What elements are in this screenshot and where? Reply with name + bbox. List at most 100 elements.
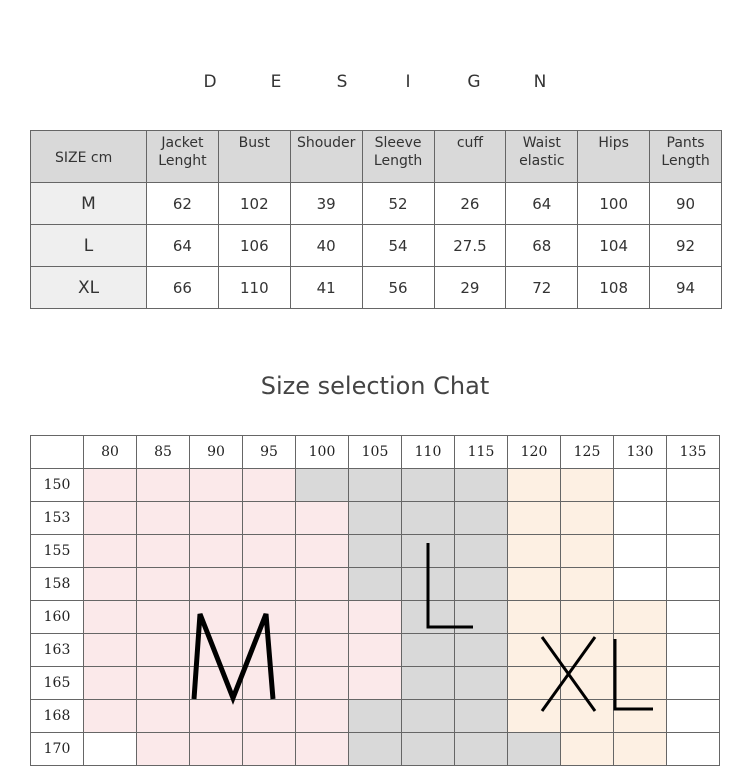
bust-column-header: 90: [189, 435, 243, 469]
grid-cell-l: [348, 534, 402, 568]
grid-cell-m: [83, 534, 137, 568]
grid-cell-m: [348, 600, 402, 634]
measurement-cell: 54: [361, 224, 435, 267]
grid-cell-l: [348, 732, 402, 766]
grid-cell-m: [295, 534, 349, 568]
grid-row: 160: [30, 600, 720, 634]
grid-cell-l: [454, 699, 508, 733]
measurement-cell: 64: [505, 182, 579, 225]
bust-column-header: 115: [454, 435, 508, 469]
column-header-line: cuff: [456, 135, 484, 151]
measurement-cell: 108: [577, 266, 651, 309]
bust-column-header: 110: [401, 435, 455, 469]
column-header: Sleeve Length: [361, 130, 435, 183]
grid-cell-xl: [613, 600, 667, 634]
grid-cell-m: [189, 699, 243, 733]
column-header-line: Waist: [522, 135, 561, 151]
grid-cell-m: [242, 534, 296, 568]
grid-cell-none: [666, 468, 720, 502]
table-row: XL 66 110 41 56 29 72 108 94: [30, 266, 722, 309]
grid-cell-l: [401, 600, 455, 634]
height-row-label: 158: [30, 567, 84, 601]
measurement-cell: 102: [217, 182, 291, 225]
column-header: Jacket Lenght: [146, 130, 219, 183]
design-letter: E: [270, 72, 282, 92]
grid-cell-m: [189, 468, 243, 502]
height-row-label: 165: [30, 666, 84, 700]
measurement-cell: 66: [146, 266, 219, 309]
size-spec-table: SIZE cm Jacket Lenght Bust Shouder Sleeve Leng…: [30, 130, 722, 309]
grid-cell-m: [189, 666, 243, 700]
grid-row: 158: [30, 567, 720, 601]
grid-row: 150: [30, 468, 720, 502]
measurement-cell: 27.5: [433, 224, 507, 267]
grid-cell-m: [83, 501, 137, 535]
grid-cell-m: [242, 501, 296, 535]
bust-column-header: 80: [83, 435, 137, 469]
bust-column-header: 120: [507, 435, 561, 469]
size-label: L: [30, 224, 147, 267]
measurement-cell: 106: [217, 224, 291, 267]
measurement-cell: 40: [289, 224, 363, 267]
grid-row: 165: [30, 666, 720, 700]
grid-cell-m: [242, 699, 296, 733]
grid-cell-l: [454, 534, 508, 568]
grid-cell-m: [136, 567, 190, 601]
grid-cell-l: [401, 567, 455, 601]
grid-cell-l: [454, 567, 508, 601]
grid-cell-xl: [560, 600, 614, 634]
grid-cell-m: [83, 468, 137, 502]
bust-column-header: 100: [295, 435, 349, 469]
grid-cell-m: [136, 732, 190, 766]
grid-cell-xl: [560, 699, 614, 733]
grid-cell-m: [242, 666, 296, 700]
grid-cell-m: [189, 501, 243, 535]
measurement-cell: 64: [146, 224, 219, 267]
design-letter: G: [467, 72, 481, 92]
grid-cell-xl: [507, 534, 561, 568]
measurement-cell: 94: [649, 266, 722, 309]
grid-cell-l: [401, 633, 455, 667]
grid-cell-none: [613, 534, 667, 568]
grid-cell-xl: [507, 468, 561, 502]
grid-cell-xl: [560, 534, 614, 568]
grid-cell-l: [348, 501, 402, 535]
bust-column-header: 95: [242, 435, 296, 469]
grid-cell-m: [295, 633, 349, 667]
grid-cell-m: [83, 633, 137, 667]
grid-cell-xl: [560, 732, 614, 766]
column-header-line: Hips: [598, 135, 629, 151]
grid-cell-m: [189, 633, 243, 667]
column-header-line: Bust: [238, 135, 270, 151]
measurement-cell: 29: [433, 266, 507, 309]
size-selection-grid: 80 85 90 95 100 105 110 115 120 125 130 135 150 153 1…: [30, 435, 720, 766]
bust-column-header: 125: [560, 435, 614, 469]
grid-row: 163: [30, 633, 720, 667]
grid-cell-none: [83, 732, 137, 766]
grid-cell-xl: [613, 666, 667, 700]
column-header-line: Lenght: [158, 153, 207, 169]
bust-column-header: 135: [666, 435, 720, 469]
column-header: cuff: [433, 130, 507, 183]
design-title: DESIGN: [0, 72, 750, 92]
grid-cell-l: [401, 666, 455, 700]
grid-cell-none: [666, 732, 720, 766]
grid-cell-xl: [560, 666, 614, 700]
grid-cell-m: [295, 501, 349, 535]
bust-column-header: 105: [348, 435, 402, 469]
height-row-label: 153: [30, 501, 84, 535]
measurement-cell: 104: [577, 224, 651, 267]
grid-cell-l: [295, 468, 349, 502]
grid-cell-m: [242, 468, 296, 502]
grid-cell-m: [189, 600, 243, 634]
grid-cell-l: [454, 501, 508, 535]
grid-row: 155: [30, 534, 720, 568]
grid-cell-none: [666, 534, 720, 568]
grid-cell-xl: [507, 501, 561, 535]
measurement-cell: 26: [433, 182, 507, 225]
grid-row: 153: [30, 501, 720, 535]
measurement-cell: 110: [217, 266, 291, 309]
grid-cell-m: [295, 732, 349, 766]
grid-cell-l: [401, 501, 455, 535]
measurement-cell: 92: [649, 224, 722, 267]
